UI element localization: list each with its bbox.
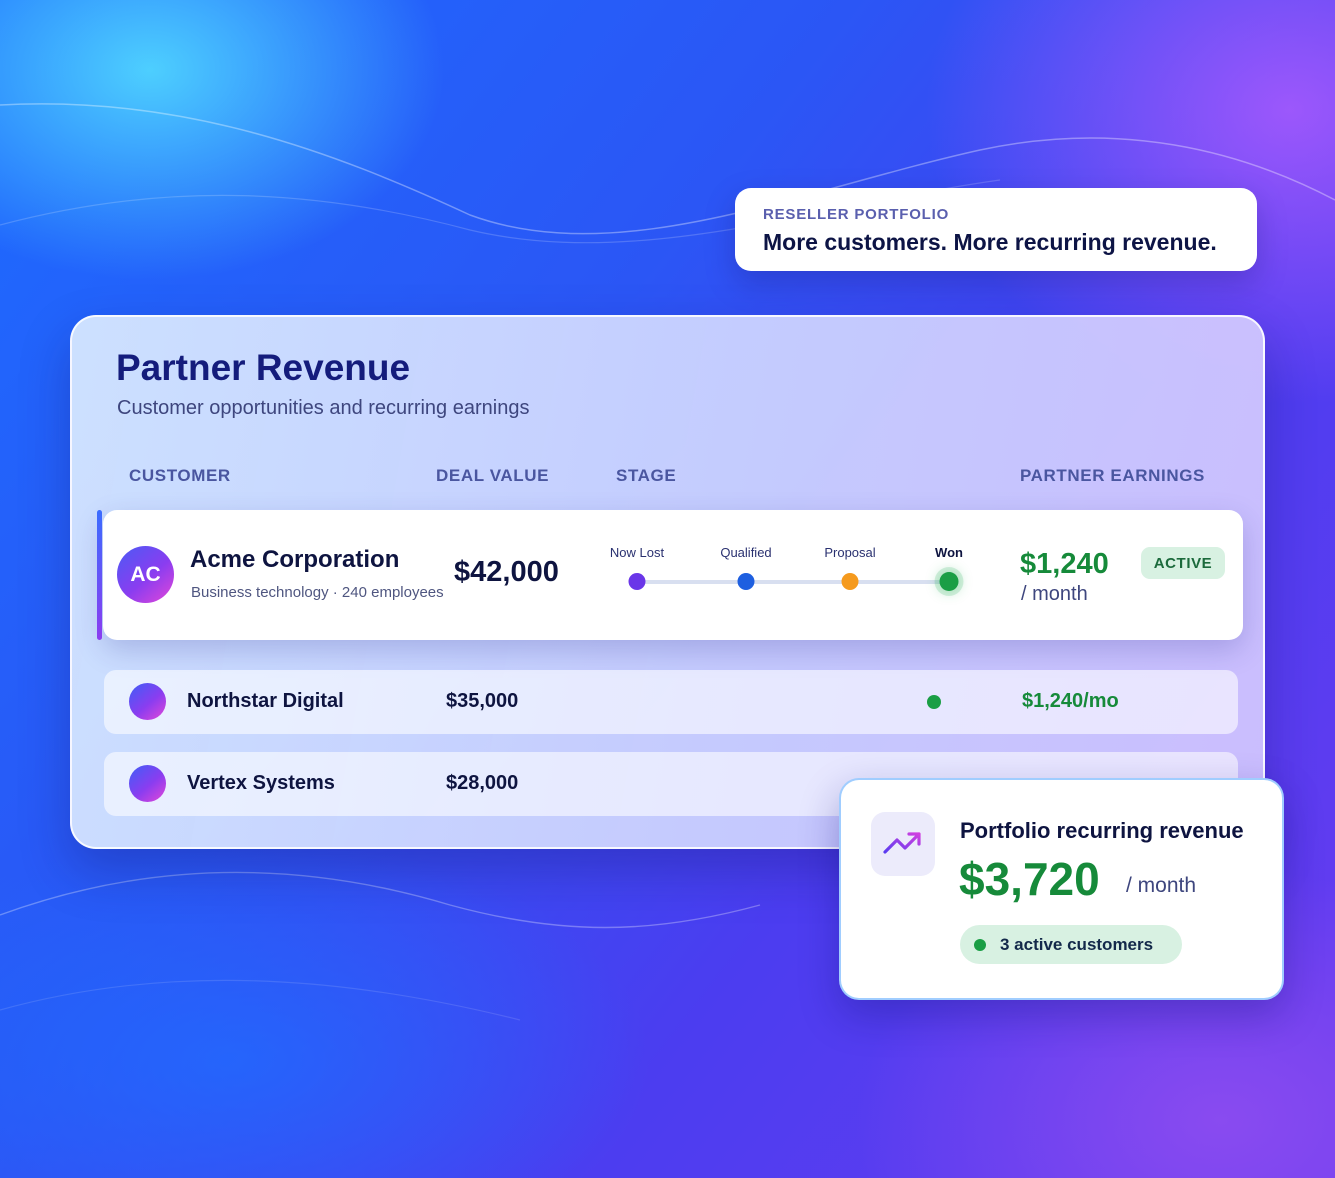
stage-dot-proposal[interactable]	[841, 573, 859, 590]
status-dot	[974, 938, 986, 951]
avatar	[129, 765, 166, 802]
stage-label-qualified: Qualified	[720, 545, 772, 560]
callout-headline: More customers. More recurring revenue.	[763, 229, 1217, 255]
column-header-stage: STAGE	[616, 466, 677, 485]
portfolio-revenue-card: Portfolio recurring revenue $3,720 / mon…	[839, 778, 1284, 1000]
customer-name: Northstar Digital	[187, 690, 344, 712]
partner-revenue-panel: Partner Revenue Customer opportunities a…	[70, 315, 1265, 849]
stage-dot-won[interactable]	[939, 572, 959, 591]
table-row-acme-corporation[interactable]: AC Acme Corporation Business technology …	[97, 510, 1243, 640]
deal-value: $42,000	[454, 556, 559, 588]
partner-earnings-unit: / month	[1021, 583, 1088, 605]
avatar: AC	[117, 546, 174, 603]
row-selected-accent	[97, 510, 102, 640]
column-header-deal-value: DEAL VALUE	[436, 466, 550, 485]
portfolio-title: Portfolio recurring revenue	[960, 818, 1244, 843]
active-customers-badge: 3 active customers	[960, 925, 1182, 964]
customer-name: Acme Corporation	[190, 546, 400, 573]
customer-name: Vertex Systems	[187, 772, 335, 794]
column-header-customer: CUSTOMER	[129, 466, 231, 485]
customer-meta: Business technology · 240 employees	[191, 584, 444, 601]
portfolio-value: $3,720	[959, 853, 1100, 905]
callout-eyebrow: RESELLER PORTFOLIO	[763, 206, 950, 223]
portfolio-unit: / month	[1126, 874, 1197, 897]
table-row-northstar-digital[interactable]: Northstar Digital $35,000 $1,240/mo	[104, 670, 1238, 734]
page-subtitle: Customer opportunities and recurring ear…	[117, 397, 530, 419]
stage-label-proposal: Proposal	[824, 545, 876, 560]
column-header-partner-earnings: PARTNER EARNINGS	[1020, 466, 1205, 485]
active-customers-label: 3 active customers	[1000, 934, 1154, 954]
page-title: Partner Revenue	[116, 347, 411, 388]
partner-earnings-value: $1,240	[1020, 548, 1109, 580]
partner-earnings-value: $1,240/mo	[1022, 690, 1119, 712]
trend-up-icon	[871, 812, 935, 876]
reseller-portfolio-callout: RESELLER PORTFOLIO More customers. More …	[735, 188, 1257, 271]
deal-value: $28,000	[446, 772, 519, 794]
avatar	[129, 683, 166, 720]
status-badge: ACTIVE	[1141, 547, 1225, 579]
stage-status-dot	[927, 695, 941, 709]
stage-dot-now-lost[interactable]	[628, 573, 646, 590]
stage-label-won: Won	[935, 545, 963, 560]
stage-dot-qualified[interactable]	[737, 573, 755, 590]
deal-value: $35,000	[446, 690, 519, 712]
stage-progress-track	[637, 580, 949, 584]
stage-label-now-lost: Now Lost	[609, 545, 665, 560]
